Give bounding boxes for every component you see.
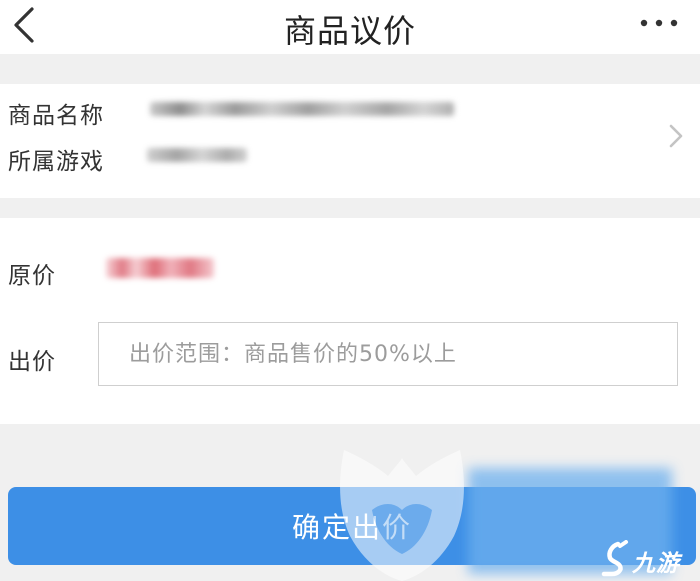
product-info-card[interactable]: 商品名称 所属游戏 bbox=[0, 84, 700, 198]
original-price-label: 原价 bbox=[8, 263, 56, 289]
bid-label: 出价 bbox=[8, 349, 56, 375]
more-options-icon[interactable] bbox=[638, 16, 680, 30]
product-name-label: 商品名称 bbox=[8, 103, 104, 129]
confirm-bid-button[interactable]: 确定出价 bbox=[8, 487, 696, 565]
page-title: 商品议价 bbox=[283, 12, 416, 50]
bid-input[interactable] bbox=[98, 322, 678, 386]
game-label: 所属游戏 bbox=[8, 149, 104, 175]
top-bar: 商品议价 bbox=[0, 0, 700, 54]
bid-card: 原价 出价 bbox=[0, 218, 700, 424]
chevron-right-icon[interactable] bbox=[666, 118, 686, 154]
product-name-value-redacted bbox=[150, 102, 454, 116]
game-value-redacted bbox=[147, 148, 247, 162]
original-price-value-redacted bbox=[106, 258, 214, 278]
